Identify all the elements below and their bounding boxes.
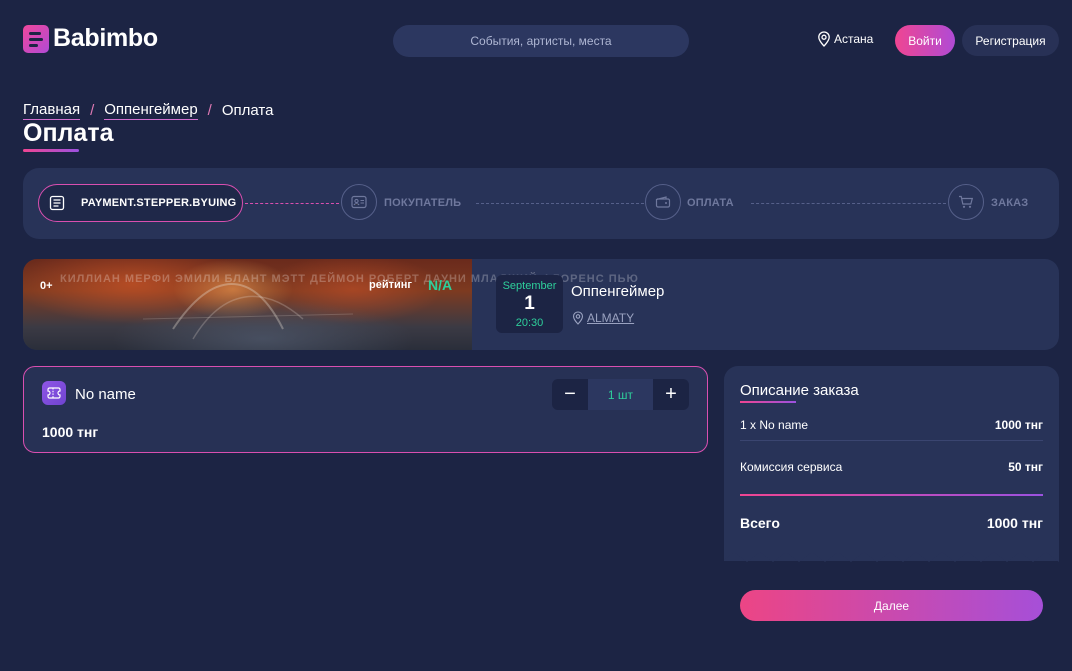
breadcrumb-event-link[interactable]: Оппенгеймер (104, 101, 198, 120)
summary-row-item: 1 x No name 1000 тнг (740, 418, 1043, 432)
map-pin-icon (818, 31, 830, 47)
rating-label: рейтинг (369, 279, 412, 291)
ticket-icon (42, 381, 66, 405)
summary-total-label: Всего (740, 515, 780, 531)
event-venue-link[interactable]: ALMATY (572, 311, 634, 325)
breadcrumb-separator: / (207, 102, 212, 119)
next-button[interactable]: Далее (740, 590, 1043, 621)
step-connector (751, 203, 946, 204)
page-title: Оплата (23, 119, 114, 147)
summary-row-fee: Комиссия сервиса 50 тнг (740, 460, 1043, 474)
event-date-badge: September 1 20:30 (496, 275, 563, 333)
step-connector (245, 203, 339, 204)
step-buying[interactable]: PAYMENT.STEPPER.BYUING (38, 184, 243, 222)
event-month: September (502, 280, 557, 292)
step-payment-label: ОПЛАТА (687, 197, 734, 209)
event-day: 1 (524, 293, 535, 314)
id-card-icon[interactable] (341, 184, 377, 220)
register-button[interactable]: Регистрация (962, 25, 1059, 56)
summary-total-divider (740, 494, 1043, 496)
breadcrumb-separator: / (90, 102, 95, 119)
search-input[interactable] (393, 25, 689, 57)
summary-row-label: 1 x No name (740, 418, 809, 432)
summary-total-value: 1000 тнг (986, 515, 1043, 531)
step-order-label: ЗАКАЗ (991, 197, 1029, 209)
ticket-price: 1000 тнг (42, 424, 99, 440)
list-icon (39, 185, 75, 221)
summary-row-label: Комиссия сервиса (740, 460, 843, 474)
summary-total-row: Всего 1000 тнг (740, 515, 1043, 531)
increase-quantity-button[interactable]: + (653, 379, 689, 410)
quantity-value: 1 шт (588, 379, 653, 410)
age-rating: 0+ (40, 280, 53, 292)
step-buying-label: PAYMENT.STEPPER.BYUING (81, 197, 237, 209)
order-summary-title: Описание заказа (740, 382, 859, 399)
event-time: 20:30 (515, 317, 544, 329)
city-selector[interactable]: Астана (817, 31, 873, 47)
order-summary-underline (740, 401, 796, 403)
rating-value: N/A (428, 277, 453, 293)
summary-row-value: 50 тнг (1008, 460, 1043, 474)
cart-icon[interactable] (948, 184, 984, 220)
breadcrumb: Главная / Оппенгеймер / Оплата (23, 101, 273, 120)
event-title: Оппенгеймер (571, 283, 665, 300)
wallet-icon[interactable] (645, 184, 681, 220)
login-button[interactable]: Войти (895, 25, 955, 56)
ticket-logo-icon (23, 24, 49, 53)
step-buyer-label: ПОКУПАТЕЛЬ (384, 197, 462, 209)
decrease-quantity-button[interactable]: − (552, 379, 588, 410)
brand-logo[interactable]: Babimbo (23, 24, 158, 53)
breadcrumb-current: Оплата (221, 102, 274, 119)
quantity-stepper: − 1 шт + (552, 379, 689, 410)
summary-divider (740, 440, 1043, 441)
event-venue-label: ALMATY (587, 311, 635, 325)
receipt-zigzag-edge (724, 546, 1059, 562)
summary-row-value: 1000 тнг (994, 418, 1043, 432)
step-connector (476, 203, 644, 204)
city-label: Астана (834, 32, 874, 46)
title-underline (23, 149, 79, 152)
brand-name: Babimbo (53, 24, 158, 52)
ticket-name: No name (75, 386, 136, 403)
breadcrumb-home-link[interactable]: Главная (23, 101, 81, 120)
map-pin-icon (572, 311, 584, 325)
